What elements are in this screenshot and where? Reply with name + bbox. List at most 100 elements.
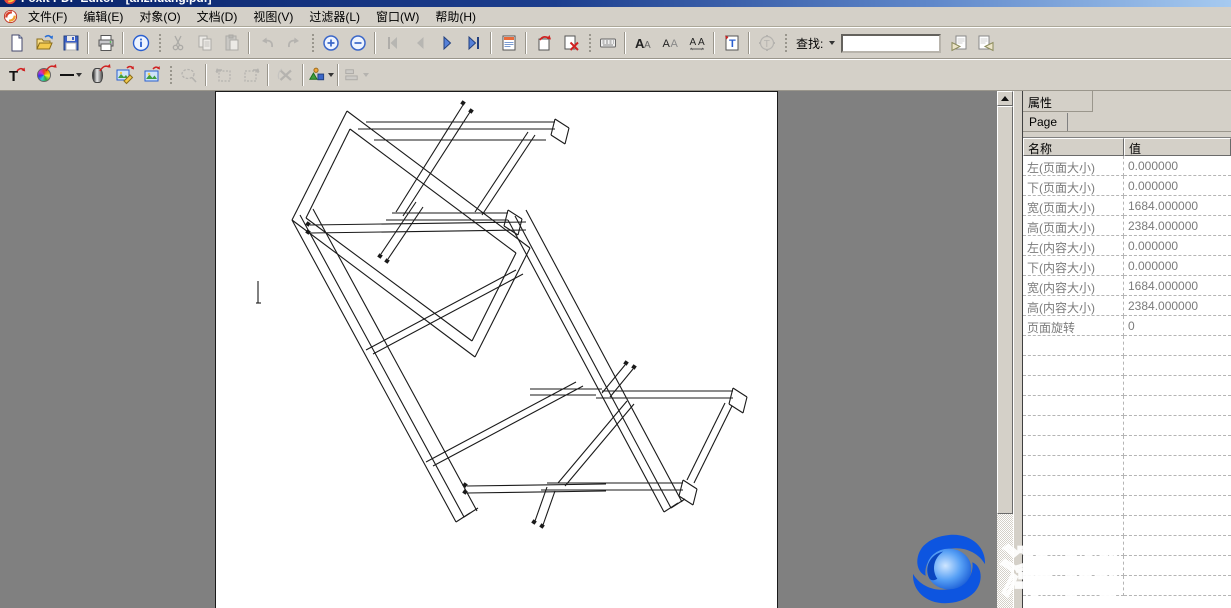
menu-document[interactable]: 文档(D) [190,6,245,27]
next-page-button[interactable] [433,30,460,56]
copy-button[interactable] [191,30,218,56]
print-button[interactable] [92,30,119,56]
document-page[interactable] [215,91,778,608]
undo-button[interactable] [253,30,280,56]
transform-left-button[interactable] [210,62,237,88]
edit-image-icon [115,65,135,85]
scrollbar-thumb[interactable] [997,106,1013,514]
rotate-page-button[interactable] [530,30,557,56]
edit-color-button[interactable] [30,62,57,88]
toolbar-grip[interactable] [783,32,787,54]
menu-help[interactable]: 帮助(H) [428,6,483,27]
toolbar-grip[interactable] [157,32,161,54]
panel-splitter[interactable] [1013,91,1022,608]
zoom-in-button[interactable] [317,30,344,56]
shapes-icon [307,65,326,85]
toolbar-grip[interactable] [587,32,591,54]
property-value[interactable]: 0.000000 [1124,176,1231,196]
property-value[interactable]: 1684.000000 [1124,196,1231,216]
font-pair-button[interactable]: A A [656,30,683,56]
menu-view[interactable]: 视图(V) [246,6,300,27]
char-spacing-button[interactable]: A A [683,30,710,56]
property-name: 页面旋转 [1023,316,1124,336]
paste-button[interactable] [218,30,245,56]
first-page-button[interactable] [379,30,406,56]
toolbar-separator [87,32,89,54]
keyboard-button[interactable] [594,30,621,56]
property-name: 高(内容大小) [1023,296,1124,316]
find-input[interactable] [841,34,941,53]
property-name: 下(内容大小) [1023,256,1124,276]
menu-edit[interactable]: 编辑(E) [76,6,130,27]
menu-window[interactable]: 窗口(W) [369,6,426,27]
menu-object[interactable]: 对象(O) [132,6,187,27]
property-value-empty [1124,496,1231,516]
property-value[interactable]: 2384.000000 [1124,296,1231,316]
delete-page-button[interactable] [557,30,584,56]
info-button[interactable] [127,30,154,56]
add-text-object-button[interactable]: T [718,30,745,56]
property-name-empty [1023,416,1124,436]
property-value-empty [1124,476,1231,496]
property-value-empty [1124,336,1231,356]
tab-page[interactable]: Page [1023,113,1068,131]
menu-filter[interactable]: 过滤器(L) [302,6,367,27]
property-name-empty [1023,556,1124,576]
property-value-empty [1124,376,1231,396]
edit-line-button[interactable] [57,62,84,88]
property-row-empty [1023,476,1231,496]
redo-button[interactable] [280,30,307,56]
align-objects-button[interactable] [342,62,369,88]
text-tool-button[interactable]: T [753,30,780,56]
menu-file[interactable]: 文件(F) [21,6,74,27]
main-toolbar: A A A A A A T T [0,27,1231,59]
last-page-button[interactable] [460,30,487,56]
property-value-empty [1124,356,1231,376]
page-layout-button[interactable] [495,30,522,56]
lasso-select-button[interactable] [175,62,202,88]
property-value[interactable]: 0.000000 [1124,256,1231,276]
toolbar-separator [337,64,339,86]
find-next-icon [976,33,996,53]
vertical-scrollbar[interactable] [997,91,1013,608]
first-page-icon [383,33,403,53]
find-next-button[interactable] [972,30,999,56]
toolbar-separator [748,32,750,54]
font-button[interactable]: A A [629,30,656,56]
edit-text-button[interactable]: T [3,62,30,88]
toolbar-grip[interactable] [168,64,172,86]
property-value-empty [1124,456,1231,476]
property-name: 高(页面大小) [1023,216,1124,236]
cut-button[interactable] [164,30,191,56]
property-value[interactable]: 2384.000000 [1124,216,1231,236]
insert-shapes-button[interactable] [307,62,334,88]
property-value-empty [1124,556,1231,576]
transform-right-button[interactable] [237,62,264,88]
document-swirl-icon[interactable] [2,9,19,25]
property-value[interactable]: 0.000000 [1124,156,1231,176]
find-dropdown-button[interactable] [825,35,837,51]
zoom-out-button[interactable] [344,30,371,56]
property-value[interactable]: 0 [1124,316,1231,336]
toolbar-grip[interactable] [310,32,314,54]
scroll-up-button[interactable] [997,91,1013,106]
delete-object-button[interactable] [272,62,299,88]
chevron-down-icon [829,41,835,45]
svg-text:A: A [698,37,705,48]
previous-page-button[interactable] [406,30,433,56]
toolbar-separator [525,32,527,54]
technical-drawing [216,92,777,606]
find-previous-button[interactable] [945,30,972,56]
property-value[interactable]: 0.000000 [1124,236,1231,256]
add-image-button[interactable] [138,62,165,88]
property-row-empty [1023,396,1231,416]
new-document-button[interactable] [3,30,30,56]
property-row-empty [1023,376,1231,396]
edit-shading-button[interactable] [84,62,111,88]
edit-image-button[interactable] [111,62,138,88]
red-arrow-icon [99,63,111,73]
open-button[interactable] [30,30,57,56]
chevron-down-icon [76,73,82,77]
property-value[interactable]: 1684.000000 [1124,276,1231,296]
save-button[interactable] [57,30,84,56]
